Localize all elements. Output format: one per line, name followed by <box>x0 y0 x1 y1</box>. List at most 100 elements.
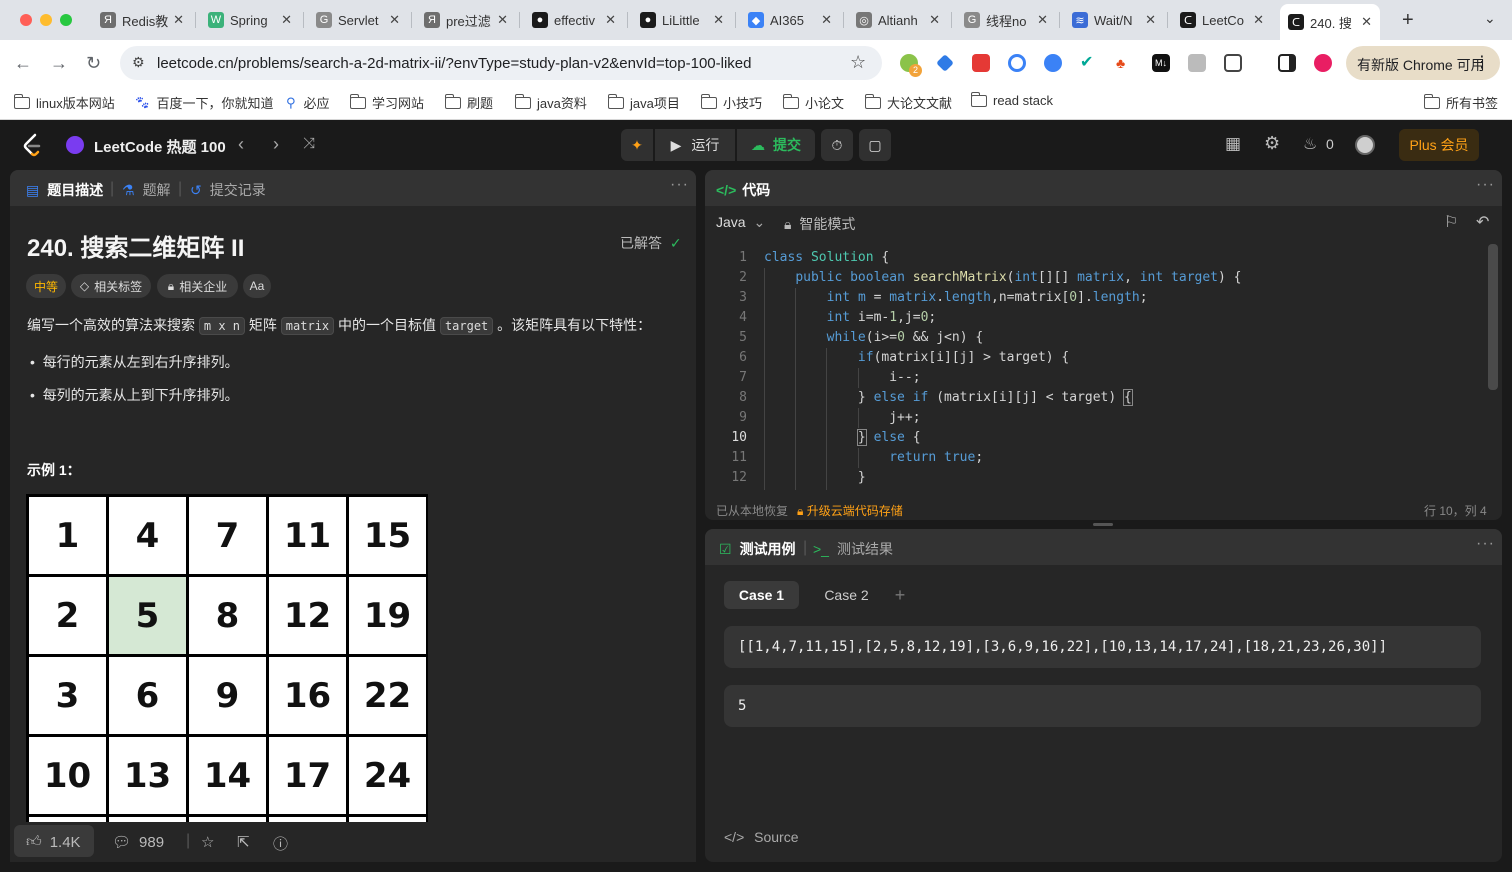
run-button[interactable]: ▶ 运行 <box>655 129 735 161</box>
close-tab-icon[interactable]: ✕ <box>173 12 184 28</box>
reload-icon[interactable]: ↻ <box>86 53 101 74</box>
browser-tab[interactable]: G Servlet ✕ <box>308 6 408 34</box>
close-tab-icon[interactable]: ✕ <box>1361 14 1372 30</box>
bookmark-item[interactable]: read stack <box>970 91 1053 108</box>
close-tab-icon[interactable]: ✕ <box>1037 12 1048 28</box>
extension-icon[interactable] <box>1188 54 1206 72</box>
star-icon[interactable]: ☆ <box>201 833 214 851</box>
tab-testcases[interactable]: ☑ 测试用例 <box>719 539 796 559</box>
close-tab-icon[interactable]: ✕ <box>389 12 400 28</box>
close-tab-icon[interactable]: ✕ <box>929 12 940 28</box>
close-tab-icon[interactable]: ✕ <box>497 12 508 28</box>
browser-tab[interactable]: ᑕ 240. 搜 ✕ <box>1280 4 1380 40</box>
address-bar[interactable]: ⚙ leetcode.cn/problems/search-a-2d-matri… <box>120 46 882 80</box>
related-tags-button[interactable]: ◇ 相关标签 <box>71 274 151 298</box>
bookmark-star-icon[interactable]: ☆ <box>850 52 866 73</box>
close-window-button[interactable] <box>20 14 32 26</box>
tab-description[interactable]: ▤ 题目描述 <box>26 180 103 200</box>
extension-icon[interactable] <box>972 54 990 72</box>
maximize-window-button[interactable] <box>60 14 72 26</box>
debug-button[interactable]: ✦ <box>621 129 653 161</box>
minimize-window-button[interactable] <box>40 14 52 26</box>
forward-icon[interactable]: → <box>50 53 68 74</box>
testcase-matrix-input[interactable]: [[1,4,7,11,15],[2,5,8,12,19],[3,6,9,16,2… <box>724 626 1481 668</box>
tab-test-result[interactable]: >_ 测试结果 <box>813 539 893 559</box>
editor-scrollbar[interactable] <box>1488 244 1498 390</box>
close-tab-icon[interactable]: ✕ <box>605 12 616 28</box>
smart-mode-toggle[interactable]: 🔒︎ 智能模式 <box>784 214 855 234</box>
case-tab-2[interactable]: Case 2 <box>809 581 884 609</box>
new-tab-button[interactable]: + <box>1402 9 1414 32</box>
close-tab-icon[interactable]: ✕ <box>821 12 832 28</box>
side-panel-icon[interactable] <box>1278 54 1296 72</box>
browser-tab[interactable]: ● LiLittle ✕ <box>632 6 732 34</box>
panel-menu-icon[interactable]: ··· <box>670 176 689 194</box>
bookmark-item[interactable]: java项目 <box>607 93 680 112</box>
testcase-target-input[interactable]: 5 <box>724 685 1481 727</box>
comments-button[interactable]: 💬︎ 989 <box>112 833 164 852</box>
translate-button[interactable]: Aa <box>243 274 271 298</box>
browser-tab[interactable]: G 线程no ✕ <box>956 6 1056 34</box>
browser-tab[interactable]: W Spring ✕ <box>200 6 300 34</box>
reset-icon[interactable]: ↶ <box>1476 212 1489 232</box>
add-case-button[interactable]: + <box>890 581 910 609</box>
browser-tab[interactable]: Яpre过滤 ✕ <box>416 6 516 34</box>
browser-tab[interactable]: ◆ AI365 ✕ <box>740 6 840 34</box>
related-companies-button[interactable]: 🔒︎ 相关企业 <box>157 274 238 298</box>
study-plan-title[interactable]: LeetCode 热题 100 <box>94 136 226 157</box>
tab-submissions[interactable]: ↺ 提交记录 <box>190 180 266 200</box>
browser-tab[interactable]: ≋ Wait/N ✕ <box>1064 6 1164 34</box>
source-link[interactable]: </> Source <box>724 829 799 845</box>
user-avatar[interactable] <box>1355 135 1375 155</box>
share-icon[interactable]: ⇱ <box>237 833 250 851</box>
back-icon[interactable]: ← <box>14 53 32 74</box>
like-count[interactable]: 👍︎ 1.4K <box>26 833 81 851</box>
tab-solutions[interactable]: ⚗ 题解 <box>122 180 171 200</box>
bookmark-icon[interactable]: ⚐ <box>1444 212 1458 232</box>
browser-tab[interactable]: ◎ Altianh ✕ <box>848 6 948 34</box>
panel-menu-icon[interactable]: ··· <box>1476 535 1495 553</box>
browser-tab[interactable]: ᑕ LeetCo ✕ <box>1172 6 1272 34</box>
extension-icon[interactable]: ✔ <box>1080 54 1098 72</box>
timer-icon[interactable]: ⏱ <box>821 129 853 161</box>
url-text[interactable]: leetcode.cn/problems/search-a-2d-matrix-… <box>157 55 751 72</box>
upgrade-storage-link[interactable]: 🔒︎ 升级云端代码存储 <box>797 502 903 519</box>
bookmark-item[interactable]: linux版本网站 <box>13 93 115 112</box>
settings-gear-icon[interactable]: ⚙ <box>1264 133 1280 154</box>
browser-tab[interactable]: Я Redis教 ✕ <box>92 6 192 34</box>
extension-icon[interactable] <box>1008 54 1026 72</box>
close-tab-icon[interactable]: ✕ <box>713 12 724 28</box>
close-tab-icon[interactable]: ✕ <box>1145 12 1156 28</box>
chrome-update-button[interactable]: 有新版 Chrome 可用 ⋮ <box>1346 46 1500 80</box>
bookmark-item[interactable]: 学习网站 <box>349 93 424 112</box>
extension-icon[interactable] <box>1044 54 1062 72</box>
panel-resize-handle[interactable] <box>1093 523 1113 526</box>
plus-member-button[interactable]: Plus 会员 <box>1399 129 1479 161</box>
help-icon[interactable]: ⓘ <box>273 833 288 854</box>
all-bookmarks-button[interactable]: 所有书签 <box>1423 93 1498 112</box>
bookmark-item[interactable]: 小技巧 <box>700 93 762 112</box>
language-select[interactable]: Java ⌄ <box>716 214 765 231</box>
submit-button[interactable]: ☁ 提交 <box>737 129 815 161</box>
bookmark-item[interactable]: 小论文 <box>782 93 844 112</box>
close-tab-icon[interactable]: ✕ <box>281 12 292 28</box>
site-settings-icon[interactable]: ⚙ <box>132 54 145 71</box>
bookmark-item[interactable]: 刷题 <box>444 93 493 112</box>
browser-tab[interactable]: ● effectiv ✕ <box>524 6 624 34</box>
menu-kebab-icon[interactable]: ⋮ <box>1474 52 1490 72</box>
tab-search-icon[interactable]: ⌄ <box>1484 10 1496 27</box>
bookmark-item[interactable]: ⚲ 必应 <box>286 93 330 112</box>
panel-menu-icon[interactable]: ··· <box>1476 176 1495 194</box>
bookmark-item[interactable]: java资料 <box>514 93 587 112</box>
code-editor[interactable]: 1 2 3 4 5 6 7 8 9 10 11 12 class Solutio… <box>705 248 1488 490</box>
profile-avatar[interactable] <box>1314 54 1332 72</box>
tab-code[interactable]: </> 代码 <box>716 180 770 200</box>
bookmark-item[interactable]: 🐾︎ 百度一下，你就知道 <box>134 93 274 112</box>
prev-problem-icon[interactable]: ‹ <box>238 134 244 155</box>
bookmark-item[interactable]: 大论文文献 <box>864 93 952 112</box>
extensions-puzzle-icon[interactable] <box>1224 54 1242 72</box>
leetcode-logo-icon[interactable] <box>22 133 42 157</box>
notes-icon[interactable]: ▢ <box>859 129 891 161</box>
extension-icon[interactable]: ♣ <box>1116 54 1134 72</box>
extension-icon[interactable] <box>936 54 954 72</box>
